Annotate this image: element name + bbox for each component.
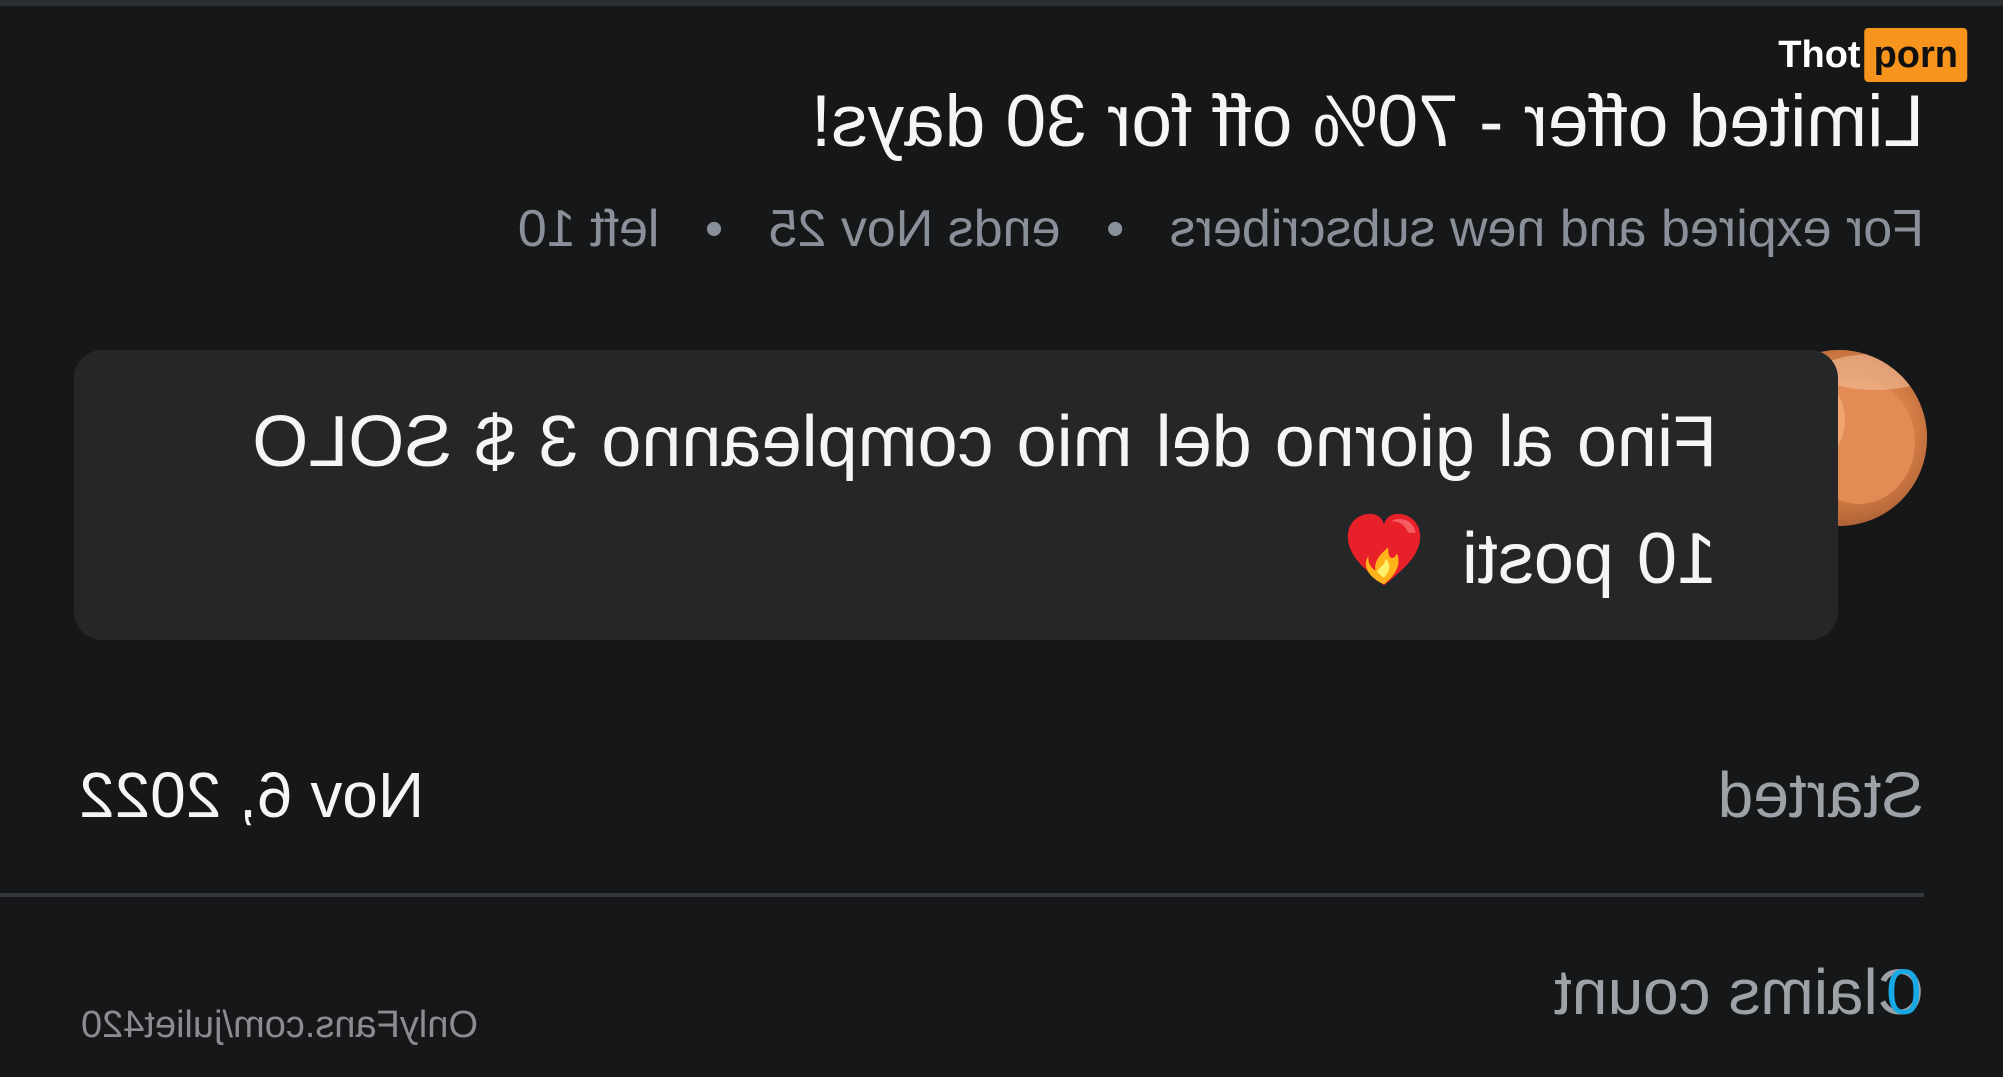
offer-remaining: left 10	[517, 200, 660, 258]
claims-count-label: Claims count	[1554, 956, 1924, 1028]
offer-title: Limited offer - 70% off for 30 days!	[810, 81, 1924, 162]
offer-meta: For expired and new subscribers • ends N…	[518, 196, 1924, 262]
claims-count-value[interactable]: 0	[1886, 951, 1922, 1033]
offer-message: Fino al giorno del mio compleanno 3 $ SO…	[167, 384, 1717, 618]
started-date: Nov 6, 2022	[79, 759, 425, 831]
watermark-brand-part1: Thot	[1778, 34, 1861, 76]
separator-dot-icon: •	[704, 200, 724, 258]
top-divider	[0, 0, 2003, 6]
offer-end-date: ends Nov 25	[768, 200, 1061, 258]
offer-message-text: Fino al giorno del mio compleanno 3 $ SO…	[252, 402, 1717, 599]
watermark-brand-part2: porn	[1864, 28, 1967, 82]
mirrored-offer-screen: Limited offer - 70% off for 30 days! For…	[0, 0, 2003, 1077]
separator-dot-icon: •	[1105, 200, 1125, 258]
details-divider	[0, 893, 1924, 897]
onlyfans-watermark: OnlyFans.com/juliet420	[80, 1004, 478, 1046]
started-label: Started	[1717, 759, 1924, 831]
thotporn-watermark: Thot porn	[1778, 28, 1967, 82]
offer-audience: For expired and new subscribers	[1169, 200, 1924, 258]
heart-on-fire-icon	[1347, 513, 1420, 586]
